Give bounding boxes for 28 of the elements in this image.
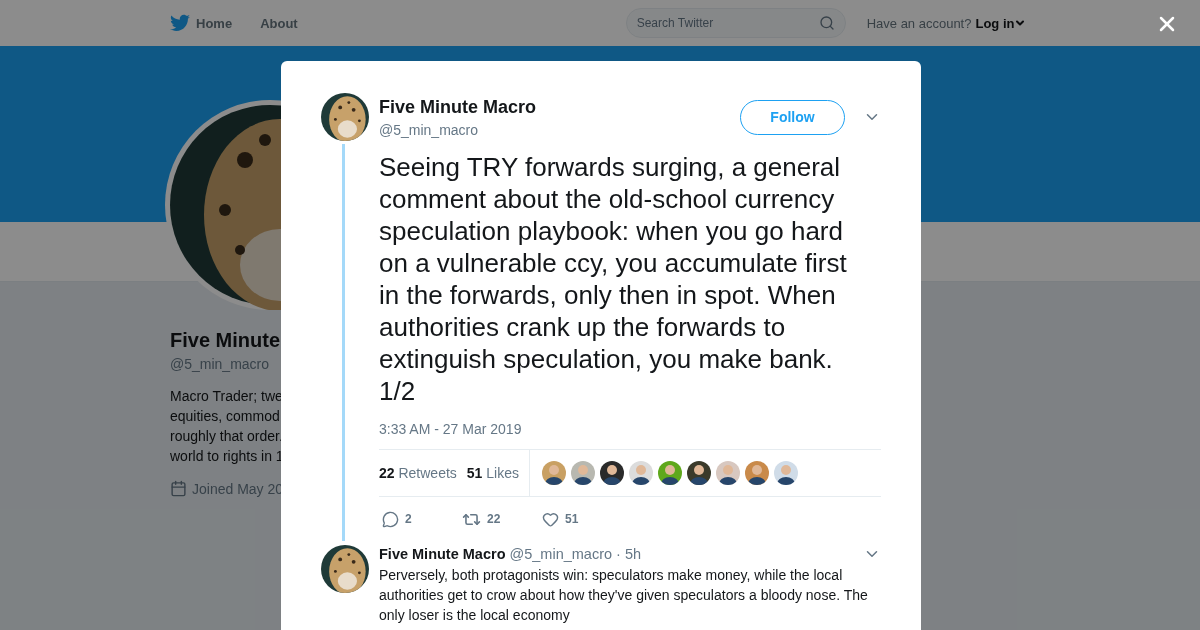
like-button[interactable]: 51 [542, 510, 622, 528]
like-icon [542, 510, 559, 528]
follow-button[interactable]: Follow [740, 99, 845, 135]
author-name[interactable]: Five Minute Macro [379, 96, 740, 118]
reply-time: · 5h [616, 546, 642, 562]
reply-text: Perversely, both protagonists win: speculators make money, while the local authorities get to crow about how they've given speculators a bloody nose. The only loser is the local economy [379, 566, 869, 625]
reply-handle: @5_min_macro [509, 546, 613, 562]
stat-link[interactable]: 51 Likes [466, 465, 519, 481]
author-handle: @5_min_macro [379, 121, 480, 138]
retweet-button[interactable]: 22 [462, 509, 542, 529]
profile-handle: @5_min_macro [170, 356, 270, 372]
search-field[interactable]: Search Twitter [625, 8, 846, 38]
bird-icon [170, 14, 190, 32]
reply-icon [382, 510, 399, 528]
nav-link[interactable]: About [260, 15, 298, 31]
nav-link[interactable]: Home [170, 14, 233, 32]
bio-line: roughly that order. [170, 427, 283, 446]
account-prompt: Have an account? [866, 15, 972, 31]
search-icon [818, 15, 835, 31]
bio-line: equities, commod [170, 407, 280, 426]
login-link[interactable]: Log in [975, 15, 1027, 31]
tweet-text: Seeing TRY forwards surging, a general comment about the old-school currency speculation playbook: when you go hard on a vulnerable ccy, you accumulate first in the forwards, only then in spot. When authorities crank up the forwards to extinguish speculation, you make bank. 1/2 [379, 151, 848, 407]
stat-link[interactable]: 22 Retweets [379, 465, 457, 481]
profile-name: Five Minute [170, 329, 280, 352]
tweet-timestamp: 3:33 AM - 27 Mar 2019 [379, 421, 523, 437]
reply-button[interactable]: 2 [382, 510, 462, 528]
reply-author[interactable]: Five Minute Macro [379, 546, 506, 562]
calendar-icon [170, 480, 187, 497]
